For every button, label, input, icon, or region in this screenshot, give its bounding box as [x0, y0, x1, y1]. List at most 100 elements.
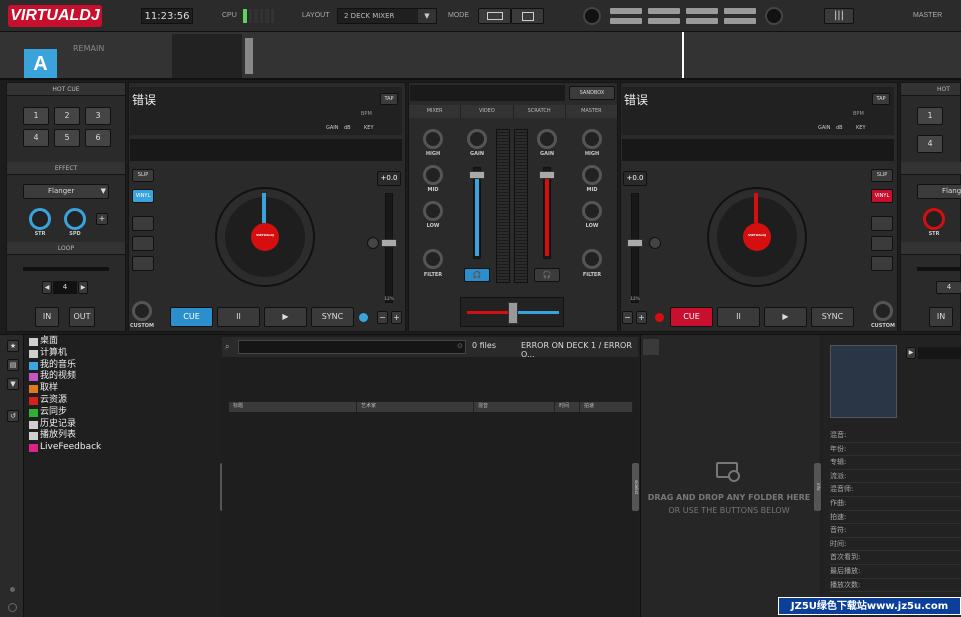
deck-2-pitch-reset[interactable] [649, 237, 661, 249]
deck-1-tap-button[interactable]: TAP [380, 93, 398, 105]
deck-2-pitch-minus-button[interactable]: − [622, 311, 633, 324]
loop-slider[interactable] [23, 267, 109, 271]
sampler-slot-5[interactable] [610, 18, 642, 24]
crossfader-handle[interactable] [508, 302, 518, 324]
deck-1-custom-knob[interactable] [132, 301, 152, 321]
deck-1-pitch-plus-button[interactable]: + [391, 311, 402, 324]
hotcue-pad-3[interactable]: 3 [85, 107, 111, 125]
effect-knob-str[interactable] [29, 208, 51, 230]
filter-icon[interactable]: ▼ [7, 378, 19, 390]
deck-2-side-button-2[interactable] [871, 236, 893, 251]
tab-video[interactable]: VIDEO [461, 105, 514, 118]
mode-laptop-button[interactable] [478, 8, 511, 24]
tab-master[interactable]: MASTER [566, 105, 617, 118]
column-length[interactable]: 时间 [555, 402, 580, 412]
eq-low-knob-left[interactable] [423, 201, 443, 221]
hotcue-pad-6[interactable]: 6 [85, 129, 111, 147]
tree-item-history[interactable]: 历史记录 [24, 419, 220, 431]
hotcue-pad-1[interactable]: 1 [23, 107, 49, 125]
sampler-slot-3[interactable] [686, 8, 718, 14]
tree-item-my-music[interactable]: 我的音乐 [24, 360, 220, 372]
right-hotcue-pad-1[interactable]: 1 [917, 107, 943, 125]
tree-item-playlists[interactable]: 播放列表 [24, 430, 220, 442]
sampler-slot-4[interactable] [724, 8, 756, 14]
headphone-right-icon[interactable]: 🎧 [534, 268, 560, 282]
loop-out-button[interactable]: OUT [69, 307, 95, 327]
tree-item-cloud-resources[interactable]: 云资源 [24, 395, 220, 407]
volume-handle-left[interactable] [469, 171, 485, 179]
tab-mixer[interactable]: MIXER [409, 105, 462, 118]
right-effect-knob-str[interactable] [923, 208, 945, 230]
deck-1-play-button[interactable]: ▶ [264, 307, 307, 327]
eq-low-knob-right[interactable] [582, 201, 602, 221]
effect-select[interactable]: Flanger ▼ [23, 184, 109, 199]
folder-icon[interactable]: ▤ [7, 359, 19, 371]
info-toggle-tab[interactable]: info [814, 463, 821, 511]
sampler-slot-8[interactable] [724, 18, 756, 24]
deck-1-pitch-handle[interactable] [381, 239, 397, 247]
loop-in-button[interactable]: IN [35, 307, 59, 327]
hotcue-pad-2[interactable]: 2 [54, 107, 80, 125]
column-artist[interactable]: 艺术家 [357, 402, 474, 412]
column-title[interactable]: 标题 [229, 402, 357, 412]
deck-1-slip-button[interactable]: SLIP [132, 169, 154, 182]
sandbox-button[interactable]: SANDBOX [569, 86, 615, 100]
info-expand-icon[interactable]: ▶ [906, 347, 916, 359]
tree-item-computer[interactable]: 计算机 [24, 348, 220, 360]
info-rating[interactable] [918, 347, 961, 359]
deck-1-pitch-reset[interactable] [367, 237, 379, 249]
deck-1-jog-wheel[interactable]: VIRTUALDJ [215, 187, 315, 287]
hotcue-pad-5[interactable]: 5 [54, 129, 80, 147]
tree-item-desktop[interactable]: 桌面 [24, 336, 220, 348]
search-input[interactable] [238, 340, 466, 354]
right-hotcue-pad-4[interactable]: 4 [917, 135, 943, 153]
sampler-volume-knob[interactable] [765, 7, 783, 25]
deck-1-keylock-icon[interactable] [359, 313, 368, 322]
sampler-slot-1[interactable] [610, 8, 642, 14]
tree-item-my-videos[interactable]: 我的视频 [24, 371, 220, 383]
crossfader[interactable] [460, 297, 564, 327]
deck-1-pitch-minus-button[interactable]: − [377, 311, 388, 324]
deck-2-tap-button[interactable]: TAP [872, 93, 890, 105]
column-remix[interactable]: 混音 [474, 402, 555, 412]
sampler-slot-7[interactable] [686, 18, 718, 24]
deck-2-pitch-handle[interactable] [627, 239, 643, 247]
layout-select[interactable]: 2 DECK MIXER ▼ [337, 8, 437, 24]
sampler-slot-2[interactable] [648, 8, 680, 14]
deck-2-jog-wheel[interactable]: VIRTUALDJ [707, 187, 807, 287]
deck-1-side-button-3[interactable] [132, 256, 154, 271]
hotcue-pad-4[interactable]: 4 [23, 129, 49, 147]
tree-item-cloud-sync[interactable]: 云同步 [24, 407, 220, 419]
filter-knob-left[interactable] [423, 249, 443, 269]
deck-2-pitch-plus-button[interactable]: + [636, 311, 647, 324]
deck-2-side-button-3[interactable] [871, 256, 893, 271]
right-effect-select[interactable]: Flange [917, 184, 961, 199]
volume-handle-right[interactable] [539, 171, 555, 179]
waveform-icon[interactable]: ||| [824, 8, 854, 24]
deck-2-vinyl-button[interactable]: VINYL [871, 189, 893, 203]
loop-prev-button[interactable]: ◀ [42, 281, 52, 294]
star-icon[interactable]: ★ [7, 340, 19, 352]
sampler-slot-6[interactable] [648, 18, 680, 24]
eq-mid-knob-left[interactable] [423, 165, 443, 185]
gain-knob-left[interactable] [467, 129, 487, 149]
record-knob[interactable] [583, 7, 601, 25]
tree-item-livefeedback[interactable]: LiveFeedback [24, 442, 220, 454]
filter-knob-right[interactable] [582, 249, 602, 269]
deck-2-pause-button[interactable]: II [717, 307, 760, 327]
deck-2-sync-button[interactable]: SYNC [811, 307, 854, 327]
deck-2-play-button[interactable]: ▶ [764, 307, 807, 327]
deck-2-cue-button[interactable]: CUE [670, 307, 713, 327]
deck-2-waveform[interactable] [622, 139, 894, 161]
sidelist-toggle-tab[interactable]: sidelist [632, 463, 639, 511]
add-effect-button[interactable]: + [96, 213, 108, 225]
right-loop-slider[interactable] [917, 267, 961, 271]
eq-high-knob-right[interactable] [582, 129, 602, 149]
deck-1-side-button-1[interactable] [132, 216, 154, 231]
gain-knob-right[interactable] [537, 129, 557, 149]
column-bpm[interactable]: 拍速 [580, 402, 633, 412]
tree-item-samples[interactable]: 取样 [24, 383, 220, 395]
deck-2-slip-button[interactable]: SLIP [871, 169, 893, 182]
right-loop-in-button[interactable]: IN [929, 307, 953, 327]
effect-knob-spd[interactable] [64, 208, 86, 230]
